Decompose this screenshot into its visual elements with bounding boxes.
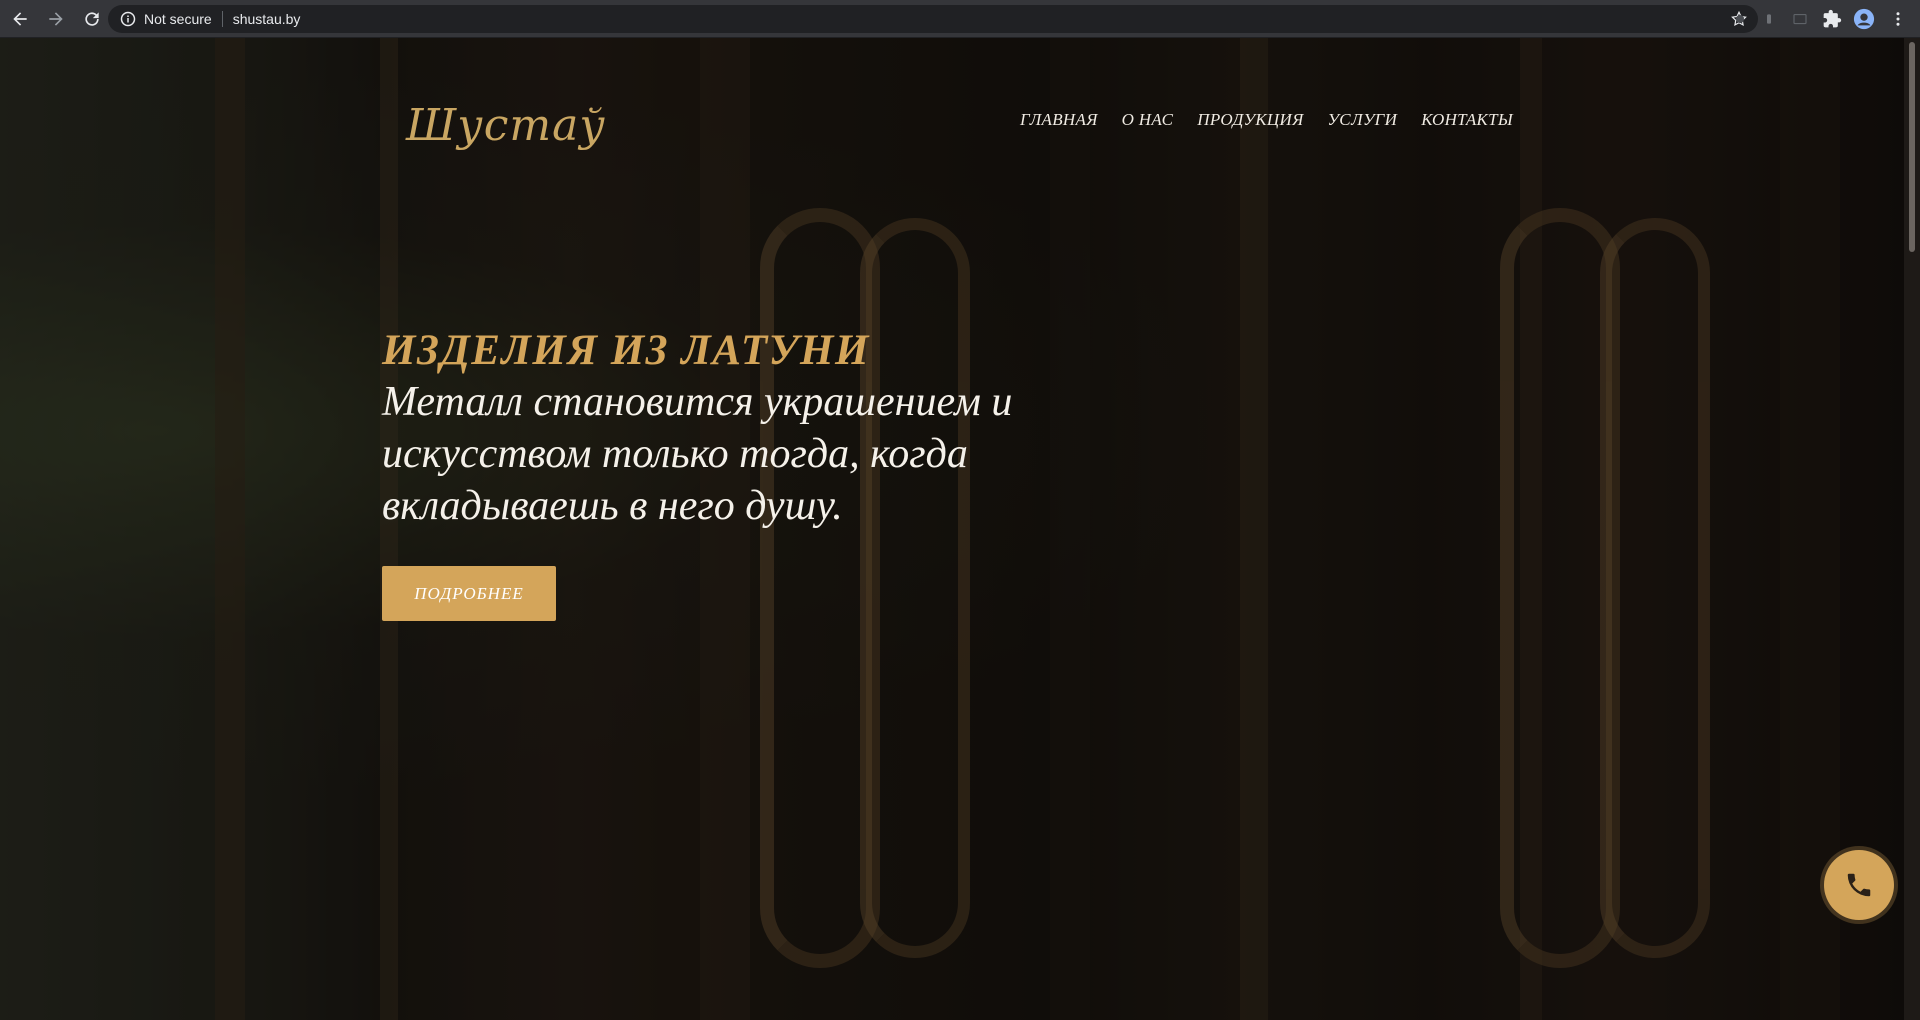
reload-icon: [85, 11, 99, 26]
nav-item-about[interactable]: О НАС: [1122, 110, 1174, 130]
info-icon[interactable]: [120, 11, 136, 27]
page-scrollbar[interactable]: [1904, 38, 1920, 1020]
security-label: Not secure: [144, 11, 212, 27]
url-text[interactable]: shustau.by: [233, 11, 301, 27]
scrollbar-thumb[interactable]: [1909, 42, 1915, 252]
menu-icon[interactable]: [1886, 7, 1910, 31]
profile-icon[interactable]: [1852, 7, 1876, 31]
forward-button[interactable]: [40, 3, 72, 35]
phone-icon: [1847, 873, 1871, 897]
site-logo[interactable]: Шустаў: [388, 66, 605, 166]
reload-button[interactable]: [76, 3, 108, 35]
nav-item-products[interactable]: ПРОДУКЦИЯ: [1197, 110, 1303, 130]
page-viewport: Шустаў ГЛАВНАЯ О НАС ПРОДУКЦИЯ УСЛУГИ КО…: [0, 38, 1904, 1020]
phone-call-button[interactable]: [1824, 850, 1894, 920]
omnibox-divider: [221, 11, 223, 27]
extension-icon-2[interactable]: [1757, 7, 1781, 31]
browser-toolbar: Not secure shustau.by: [0, 0, 1920, 38]
back-icon: [13, 11, 27, 26]
logo-text: Шустаў: [406, 100, 606, 151]
forward-icon: [49, 11, 63, 26]
more-button[interactable]: ПОДРОБНЕЕ: [382, 566, 556, 621]
nav-item-home[interactable]: ГЛАВНАЯ: [1020, 110, 1098, 130]
extension-icon-1[interactable]: [1728, 7, 1752, 31]
nav-item-services[interactable]: УСЛУГИ: [1328, 110, 1398, 130]
back-button[interactable]: [4, 3, 36, 35]
nav-item-contacts[interactable]: КОНТАКТЫ: [1421, 110, 1513, 130]
hero-title: ИЗДЕЛИЯ ИЗ ЛАТУНИ: [382, 327, 870, 374]
main-nav: ГЛАВНАЯ О НАС ПРОДУКЦИЯ УСЛУГИ КОНТАКТЫ: [1020, 110, 1513, 130]
address-bar[interactable]: Not secure shustau.by: [108, 5, 1758, 33]
extensions-icon[interactable]: [1820, 7, 1844, 31]
hero-subtitle: Металл становится украшением и искусство…: [382, 379, 1013, 529]
extension-icon-3[interactable]: [1788, 7, 1812, 31]
